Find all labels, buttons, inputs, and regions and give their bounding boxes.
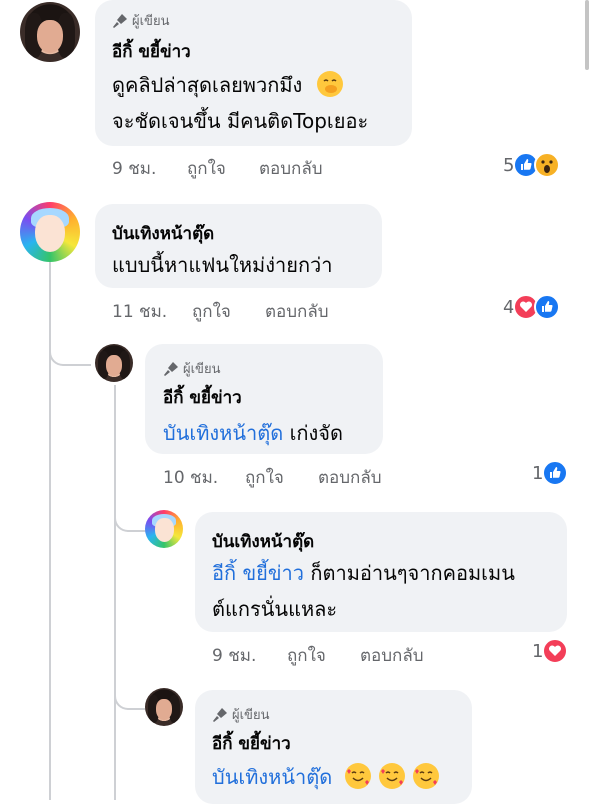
comment-text: ก็ตามอ่านๆจากคอมเมน bbox=[310, 561, 515, 585]
microphone-icon bbox=[113, 13, 127, 28]
comment: บันเทิงหน้าตุ๊ด แบบนี้หาแฟนใหม่ง่ายกว่า … bbox=[0, 200, 592, 330]
mention-link[interactable]: บันเทิงหน้าตุ๊ด bbox=[163, 421, 283, 445]
mention-link[interactable]: อีกิ้ ขยี้ข่าว bbox=[212, 561, 304, 585]
comment-meta: 9 ชม. ถูกใจ ตอบกลับ bbox=[112, 155, 412, 179]
avatar[interactable] bbox=[145, 510, 183, 548]
reaction-summary[interactable]: 1 bbox=[532, 460, 569, 486]
comment-text: แบบนี้หาแฟนใหม่ง่ายกว่า bbox=[112, 253, 333, 277]
avatar[interactable] bbox=[20, 2, 80, 62]
author-badge: ผู้เขียน bbox=[112, 10, 169, 31]
comment-meta: 11 ชม. ถูกใจ ตอบกลับ bbox=[112, 298, 412, 322]
mention-link[interactable]: บันเทิงหน้าตุ๊ด bbox=[212, 765, 332, 789]
comment-text-line: ดูคลิปล่าสุดเลยพวกมึง bbox=[112, 68, 343, 102]
author-badge: ผู้เขียน bbox=[163, 358, 220, 379]
comment-time[interactable]: 9 ชม. bbox=[112, 155, 156, 182]
comment-text: เก่งจัด bbox=[289, 421, 343, 445]
reaction-summary[interactable]: 4 bbox=[503, 294, 561, 320]
reaction-summary[interactable]: 1 bbox=[532, 638, 569, 664]
reply-comment: ผู้เขียน อีกิ้ ขยี้ข่าว บันเทิงหน้าตุ๊ด … bbox=[0, 340, 592, 500]
comment: ผู้เขียน อีกิ้ ขยี้ข่าว ดูคลิปล่าสุดเลยพ… bbox=[0, 0, 592, 190]
reply-link[interactable]: ตอบกลับ bbox=[360, 642, 424, 669]
like-reaction-icon bbox=[534, 294, 561, 320]
comment-author[interactable]: บันเทิงหน้าตุ๊ด bbox=[212, 528, 314, 555]
comment-time[interactable]: 10 ชม. bbox=[163, 464, 218, 491]
comment-author[interactable]: อีกิ้ ขยี้ข่าว bbox=[212, 730, 291, 757]
comment-text: ดูคลิปล่าสุดเลยพวกมึง bbox=[112, 73, 303, 97]
microphone-icon bbox=[213, 707, 227, 722]
comment-author[interactable]: บันเทิงหน้าตุ๊ด bbox=[112, 220, 214, 247]
author-badge: ผู้เขียน bbox=[212, 704, 269, 725]
hand-over-mouth-emoji bbox=[316, 71, 343, 97]
comment-time[interactable]: 11 ชม. bbox=[112, 298, 167, 325]
love-reaction-icon bbox=[542, 638, 569, 664]
smiling-face-with-hearts-emoji bbox=[344, 763, 371, 789]
comment-text-line: อีกิ้ ขยี้ข่าว ก็ตามอ่านๆจากคอมเมน bbox=[212, 556, 515, 590]
smiling-face-with-hearts-emoji bbox=[413, 763, 440, 789]
author-badge-label: ผู้เขียน bbox=[132, 14, 170, 29]
like-link[interactable]: ถูกใจ bbox=[192, 298, 231, 325]
reaction-summary[interactable]: 5 bbox=[503, 152, 561, 178]
reply-link[interactable]: ตอบกลับ bbox=[265, 298, 329, 325]
comment-author[interactable]: อีกิ้ ขยี้ข่าว bbox=[163, 384, 242, 411]
like-link[interactable]: ถูกใจ bbox=[245, 464, 284, 491]
reply-comment: บันเทิงหน้าตุ๊ด อีกิ้ ขยี้ข่าว ก็ตามอ่าน… bbox=[0, 508, 592, 678]
comment-text-line: บันเทิงหน้าตุ๊ด เก่งจัด bbox=[163, 416, 343, 450]
avatar[interactable] bbox=[20, 202, 80, 262]
microphone-icon bbox=[164, 361, 178, 376]
smiling-face-with-hearts-emoji bbox=[378, 763, 405, 789]
author-badge-label: ผู้เขียน bbox=[232, 708, 270, 723]
avatar[interactable] bbox=[95, 344, 133, 382]
like-link[interactable]: ถูกใจ bbox=[287, 642, 326, 669]
comment-author[interactable]: อีกิ้ ขยี้ข่าว bbox=[112, 38, 191, 65]
comment-text-line: บันเทิงหน้าตุ๊ด bbox=[212, 760, 440, 794]
comment-meta: 10 ชม. ถูกใจ ตอบกลับ bbox=[163, 464, 463, 488]
reply-comment: ผู้เขียน อีกิ้ ขยี้ข่าว บันเทิงหน้าตุ๊ด bbox=[0, 686, 592, 804]
like-link[interactable]: ถูกใจ bbox=[187, 155, 226, 182]
comment-text: จะชัดเจนขึ้น มีคนติดTopเยอะ bbox=[112, 109, 369, 133]
wow-reaction-icon bbox=[534, 152, 561, 178]
avatar[interactable] bbox=[145, 688, 183, 726]
comment-time[interactable]: 9 ชม. bbox=[212, 642, 256, 669]
reply-link[interactable]: ตอบกลับ bbox=[318, 464, 382, 491]
reply-link[interactable]: ตอบกลับ bbox=[259, 155, 323, 182]
author-badge-label: ผู้เขียน bbox=[183, 362, 221, 377]
comment-meta: 9 ชม. ถูกใจ ตอบกลับ bbox=[212, 642, 512, 666]
like-reaction-icon bbox=[542, 460, 569, 486]
comment-text: ต์แกรนั่นแหละ bbox=[212, 597, 338, 621]
